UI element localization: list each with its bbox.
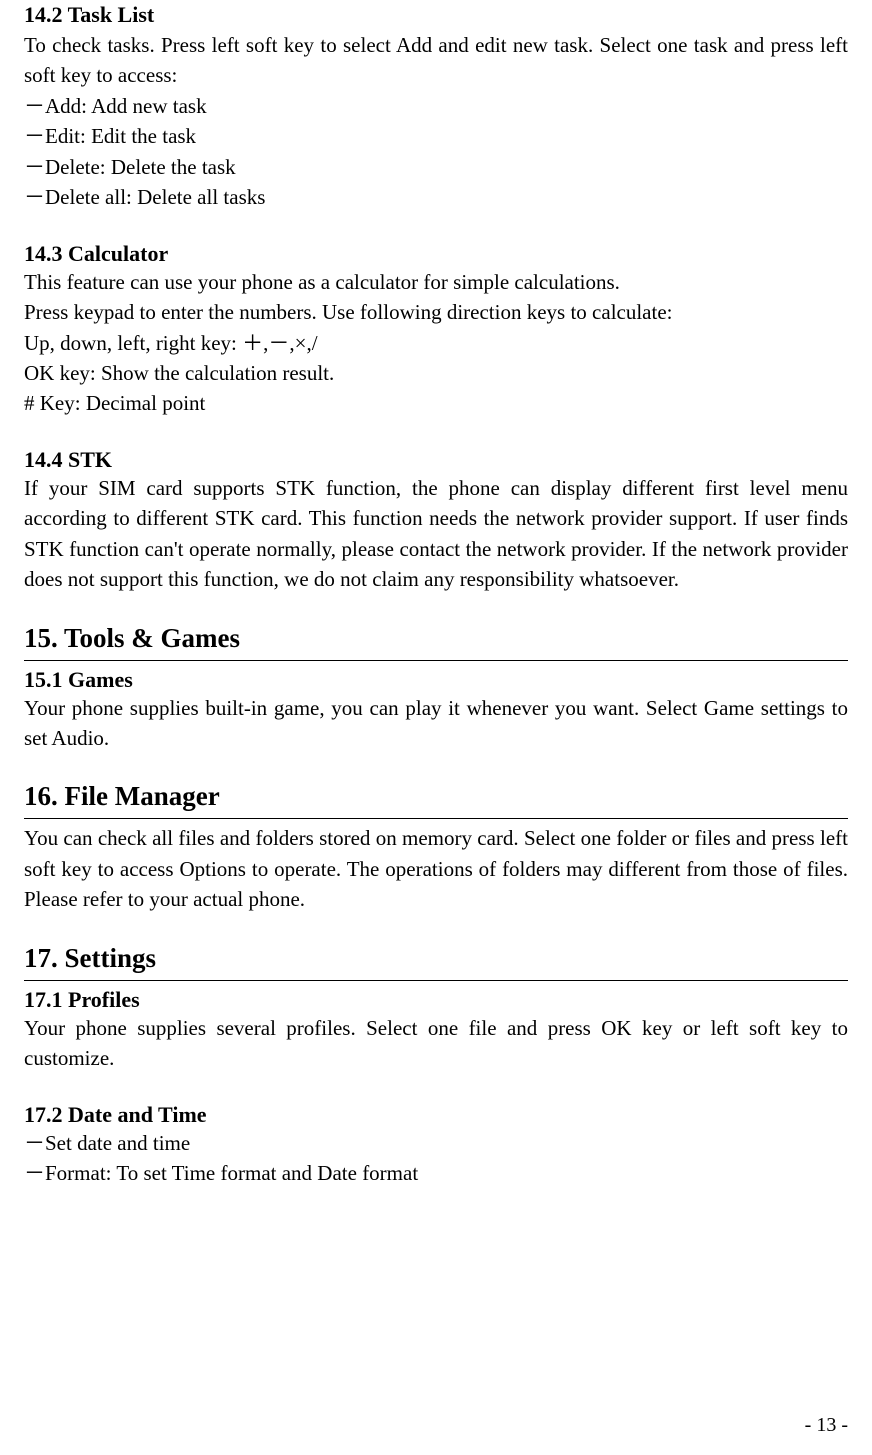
- heading-14-2: 14.2 Task List: [24, 0, 848, 28]
- list-item: －Edit: Edit the task: [24, 121, 848, 151]
- heading-16: 16. File Manager: [24, 757, 848, 819]
- list-item: －Delete all: Delete all tasks: [24, 182, 848, 212]
- body-17-1: Your phone supplies several profiles. Se…: [24, 1013, 848, 1074]
- body-15-1: Your phone supplies built-in game, you c…: [24, 693, 848, 754]
- heading-17: 17. Settings: [24, 919, 848, 981]
- heading-15: 15. Tools & Games: [24, 599, 848, 661]
- list-item: －Add: Add new task: [24, 91, 848, 121]
- heading-15-1: 15.1 Games: [24, 665, 848, 693]
- body-line: This feature can use your phone as a cal…: [24, 267, 848, 297]
- heading-14-3: 14.3 Calculator: [24, 239, 848, 267]
- list-item: －Delete: Delete the task: [24, 152, 848, 182]
- body-line: Up, down, left, right key: ＋,－,×,/: [24, 328, 848, 358]
- heading-17-1: 17.1 Profiles: [24, 985, 848, 1013]
- document-page: 14.2 Task List To check tasks. Press lef…: [0, 0, 872, 1455]
- list-item: －Format: To set Time format and Date for…: [24, 1158, 848, 1188]
- body-line: OK key: Show the calculation result.: [24, 358, 848, 388]
- page-number: - 13 -: [805, 1414, 848, 1437]
- heading-17-2: 17.2 Date and Time: [24, 1100, 848, 1128]
- body-14-4: If your SIM card supports STK function, …: [24, 473, 848, 595]
- list-item: －Set date and time: [24, 1128, 848, 1158]
- body-14-2-intro: To check tasks. Press left soft key to s…: [24, 28, 848, 91]
- body-line: # Key: Decimal point: [24, 388, 848, 418]
- body-16: You can check all files and folders stor…: [24, 823, 848, 914]
- heading-14-4: 14.4 STK: [24, 445, 848, 473]
- body-line: Press keypad to enter the numbers. Use f…: [24, 297, 848, 327]
